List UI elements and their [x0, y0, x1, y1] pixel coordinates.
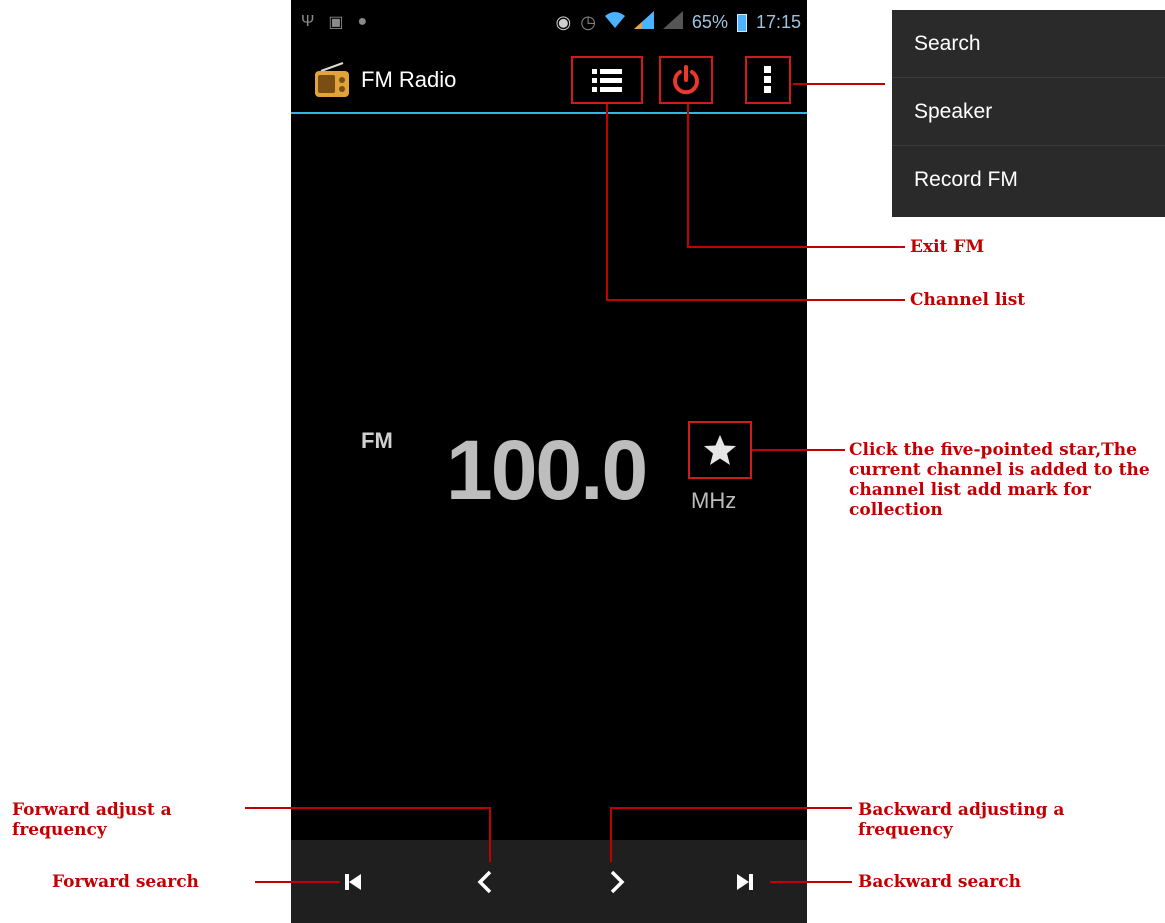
menu-item-search[interactable]: Search [892, 10, 1165, 78]
signal-icon [633, 11, 654, 34]
headset-icon: ◉ [555, 12, 572, 32]
annotation-backward-search: Backward search [858, 872, 1021, 892]
power-icon [673, 65, 699, 95]
exit-fm-button[interactable] [659, 56, 713, 104]
battery-percent: 65% [691, 12, 728, 32]
alarm-icon: ◷ [580, 12, 596, 32]
wifi-icon [604, 11, 625, 34]
forward-adjust-button[interactable] [465, 862, 505, 902]
frequency-display: 100.0 [446, 423, 648, 517]
annotation-exit-fm: Exit FM [910, 237, 985, 257]
menu-item-speaker[interactable]: Speaker [892, 78, 1165, 146]
annotation-forward-search: Forward search [52, 872, 199, 892]
backward-adjust-button[interactable] [597, 862, 637, 902]
overflow-menu-button[interactable] [745, 56, 791, 104]
battery-icon [736, 13, 747, 32]
status-bar: Ψ ▣ ● ◉ ◷ 65% 17:15 [291, 0, 807, 44]
annotation-channel-list: Channel list [910, 290, 1026, 310]
annotation-forward-adjust: Forward adjust a frequency [12, 800, 172, 840]
annotation-star: Click the five-pointed star,The current … [849, 440, 1150, 520]
star-icon [704, 435, 736, 465]
skip-previous-icon [345, 874, 361, 890]
favorite-button[interactable] [688, 421, 752, 479]
annotation-backward-adjust: Backward adjusting a frequency [858, 800, 1065, 840]
channel-list-icon [592, 69, 622, 92]
forward-search-button[interactable] [333, 862, 373, 902]
usb-icon: Ψ [301, 13, 315, 30]
backward-search-button[interactable] [725, 862, 765, 902]
overflow-menu: Search Speaker Record FM [892, 10, 1165, 217]
overflow-menu-icon [764, 66, 771, 93]
sim-icon: ▣ [328, 14, 344, 31]
menu-item-record-fm[interactable]: Record FM [892, 146, 1165, 214]
skip-next-icon [737, 874, 753, 890]
notification-icon: ● [357, 13, 368, 30]
radio-app-icon [313, 61, 351, 99]
phone-screen: Ψ ▣ ● ◉ ◷ 65% 17:15 FM Radio FM 100.0 MH… [291, 0, 807, 923]
channel-list-button[interactable] [571, 56, 643, 104]
signal-icon [662, 11, 683, 34]
chevron-left-icon [477, 870, 492, 894]
frequency-unit: MHz [691, 488, 737, 513]
band-label: FM [361, 428, 393, 453]
clock: 17:15 [755, 12, 801, 32]
chevron-right-icon [610, 870, 625, 894]
bottom-bar [291, 840, 807, 923]
action-bar: FM Radio [291, 56, 807, 114]
app-title: FM Radio [361, 67, 457, 92]
